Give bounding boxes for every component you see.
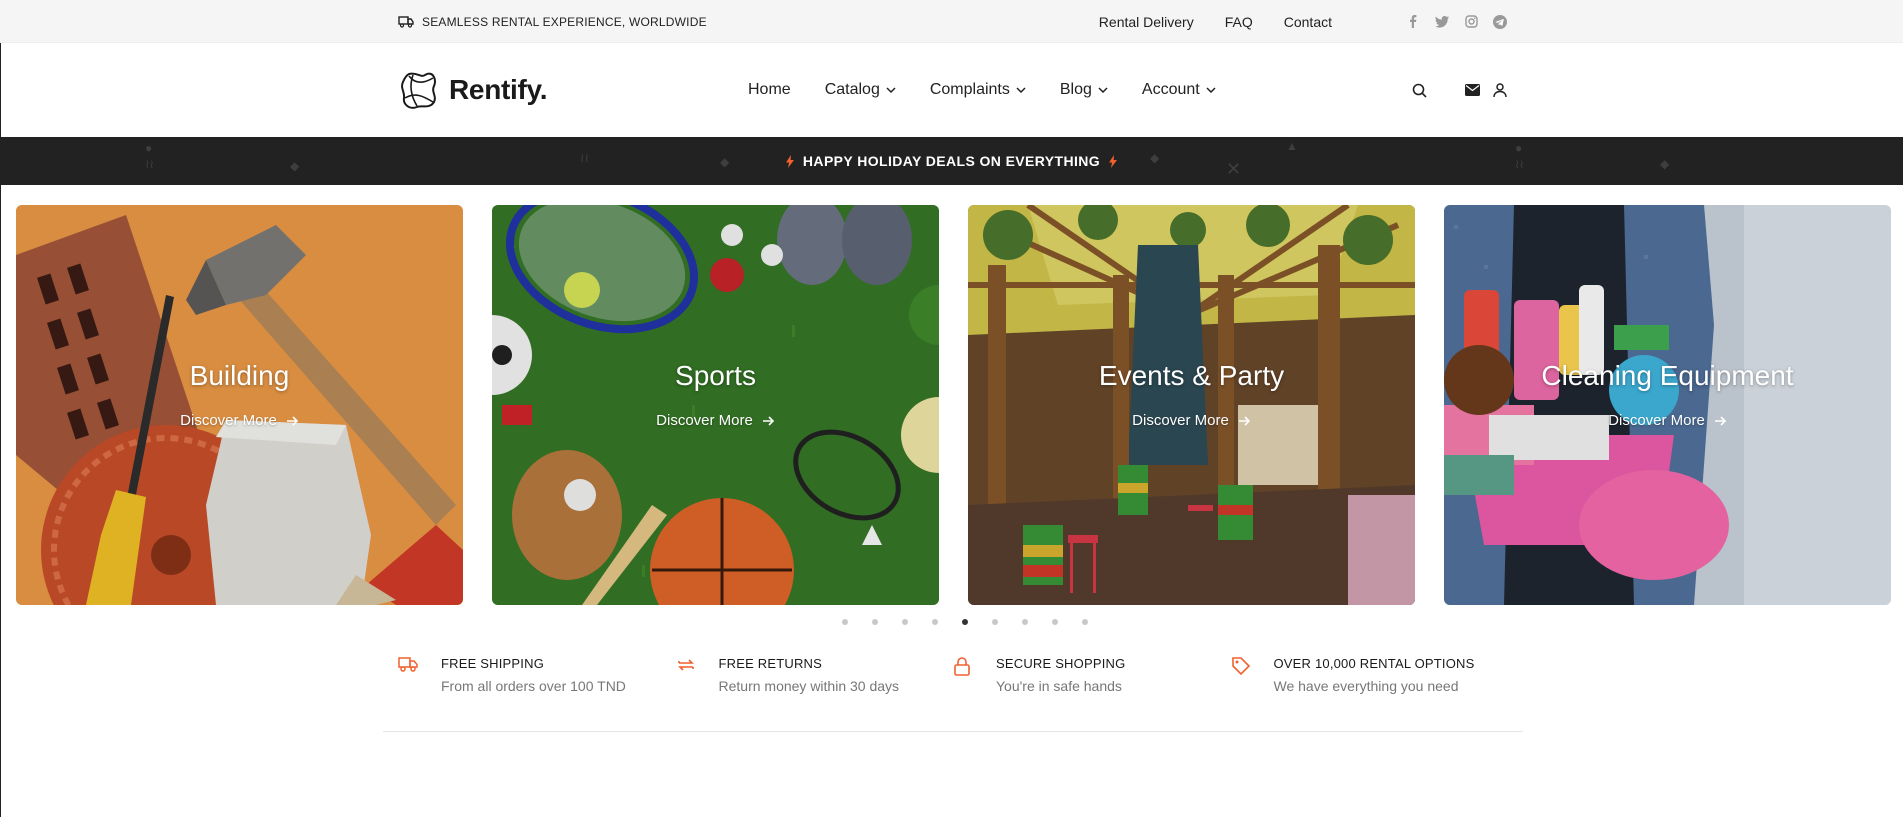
feature-free-shipping: FREE SHIPPING From all orders over 100 T…: [398, 650, 676, 730]
twitter-icon[interactable]: [1434, 14, 1450, 30]
feature-title: SECURE SHOPPING: [996, 656, 1126, 671]
nav-blog[interactable]: Blog: [1060, 81, 1108, 99]
slider-pagination: [830, 619, 1100, 625]
feature-rental-options: OVER 10,000 RENTAL OPTIONS We have every…: [1231, 650, 1509, 730]
section-divider: [383, 731, 1523, 732]
chevron-down-icon: [1098, 87, 1108, 93]
pagination-dot[interactable]: [902, 619, 908, 625]
logo-mark-icon: [401, 72, 436, 109]
nav-account-label: Account: [1141, 81, 1200, 98]
chevron-down-icon: [1016, 87, 1026, 93]
feature-subtitle: We have everything you need: [1273, 678, 1459, 694]
feature-free-returns: FREE RETURNS Return money within 30 days: [676, 650, 954, 730]
chevron-down-icon: [886, 87, 896, 93]
nav-catalog-label: Catalog: [824, 81, 880, 98]
contact-link[interactable]: Contact: [1284, 14, 1332, 30]
pagination-dot[interactable]: [1022, 619, 1028, 625]
feature-subtitle: You're in safe hands: [996, 678, 1122, 694]
tag-icon: [1231, 656, 1251, 676]
search-icon[interactable]: [1410, 81, 1428, 99]
social-links: [1392, 14, 1508, 30]
discover-more-link[interactable]: Discover More: [1608, 412, 1727, 429]
nav-complaints[interactable]: Complaints: [930, 81, 1026, 99]
returns-icon: [676, 656, 696, 676]
feature-secure-shopping: SECURE SHOPPING You're in safe hands: [953, 650, 1231, 730]
slide-sports-title: Sports: [675, 360, 756, 391]
nav-complaints-label: Complaints: [929, 81, 1010, 98]
feature-title: OVER 10,000 RENTAL OPTIONS: [1273, 656, 1475, 671]
slide-sports[interactable]: Sports Discover More: [492, 205, 939, 605]
discover-more-link[interactable]: Discover More: [1132, 412, 1251, 429]
truck-icon: [398, 656, 418, 676]
pagination-dot[interactable]: [1082, 619, 1088, 625]
nav-home-label: Home: [748, 81, 791, 98]
arrow-right-icon: [286, 415, 298, 426]
announcement-bar: ● ≀≀ ◆ ≀≀ ◆ ◆ ✕ ▲ ● ≀≀ ◆ HAPPY HOLIDAY D…: [0, 137, 1903, 185]
main-header: Rentify. Home Catalog Complaints Blog Ac…: [0, 43, 1903, 137]
site-logo[interactable]: Rentify.: [399, 70, 548, 110]
nav-catalog[interactable]: Catalog: [825, 81, 896, 99]
rental-delivery-link[interactable]: Rental Delivery: [1099, 14, 1194, 30]
pagination-dot[interactable]: [1052, 619, 1058, 625]
chevron-down-icon: [1206, 87, 1216, 93]
discover-more-label: Discover More: [1132, 412, 1229, 429]
lightning-icon: [1109, 154, 1118, 168]
pagination-dot-active[interactable]: [962, 619, 968, 625]
discover-more-label: Discover More: [180, 412, 277, 429]
slide-events-party-title: Events & Party: [1098, 360, 1285, 391]
user-icon[interactable]: [1491, 81, 1509, 99]
slide-building[interactable]: Building Discover More: [16, 205, 463, 605]
slide-cleaning-equipment-title: Cleaning Equipment: [1541, 360, 1794, 391]
arrow-right-icon: [1238, 415, 1250, 426]
delivery-truck-icon: [398, 16, 414, 28]
discover-more-link[interactable]: Discover More: [656, 412, 775, 429]
top-bar: SEAMLESS RENTAL EXPERIENCE, WORLDWIDE Re…: [0, 0, 1903, 43]
nav-account[interactable]: Account: [1142, 81, 1216, 99]
instagram-icon[interactable]: [1463, 14, 1479, 30]
discover-more-label: Discover More: [1608, 412, 1705, 429]
header-actions: [1400, 81, 1509, 99]
nav-home[interactable]: Home: [748, 81, 791, 99]
lock-icon: [953, 656, 973, 676]
features-strip: FREE SHIPPING From all orders over 100 T…: [398, 650, 1508, 730]
telegram-icon[interactable]: [1492, 14, 1508, 30]
nav-blog-label: Blog: [1059, 81, 1092, 98]
feature-subtitle: From all orders over 100 TND: [441, 678, 626, 694]
category-slider: Building Discover More Sports Discover M…: [0, 185, 1903, 625]
slide-events-party[interactable]: Events & Party Discover More: [968, 205, 1415, 605]
pagination-dot[interactable]: [932, 619, 938, 625]
pagination-dot[interactable]: [992, 619, 998, 625]
facebook-icon[interactable]: [1405, 14, 1421, 30]
pagination-dot[interactable]: [872, 619, 878, 625]
slide-building-title: Building: [189, 360, 290, 391]
faq-link[interactable]: FAQ: [1225, 14, 1253, 30]
promo-text: SEAMLESS RENTAL EXPERIENCE, WORLDWIDE: [422, 14, 707, 29]
feature-subtitle: Return money within 30 days: [718, 678, 900, 694]
main-nav: Home Catalog Complaints Blog Account: [748, 81, 1250, 99]
discover-more-link[interactable]: Discover More: [180, 412, 299, 429]
discover-more-label: Discover More: [656, 412, 753, 429]
pagination-dot[interactable]: [842, 619, 848, 625]
brand-name: Rentify.: [449, 74, 548, 105]
feature-title: FREE SHIPPING: [441, 656, 545, 671]
lightning-icon: [785, 154, 794, 168]
arrow-right-icon: [762, 415, 774, 426]
envelope-icon[interactable]: [1463, 81, 1481, 99]
promo-message: SEAMLESS RENTAL EXPERIENCE, WORLDWIDE: [398, 15, 707, 29]
arrow-right-icon: [1714, 415, 1726, 426]
announcement-text: HAPPY HOLIDAY DEALS ON EVERYTHING: [802, 153, 1101, 169]
slide-cleaning-equipment[interactable]: Cleaning Equipment Discover More: [1444, 205, 1891, 605]
feature-title: FREE RETURNS: [718, 656, 823, 671]
